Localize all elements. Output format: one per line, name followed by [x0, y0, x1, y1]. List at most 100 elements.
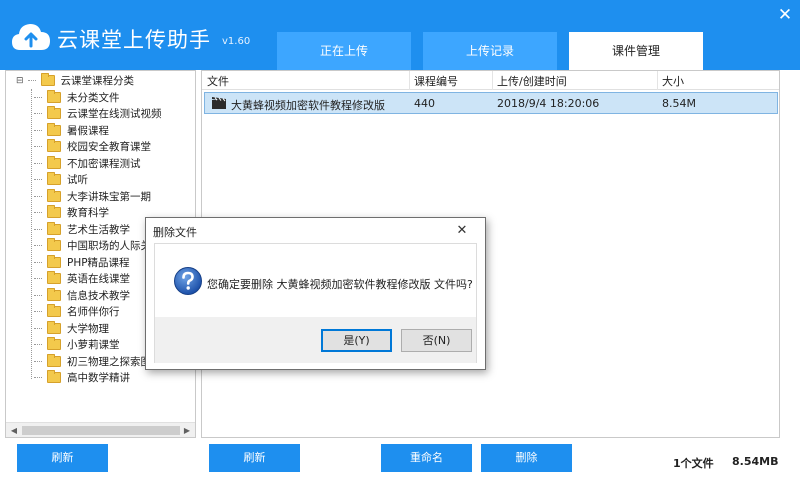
folder-icon: [47, 238, 61, 251]
tree-connector: [34, 245, 42, 246]
tree-item[interactable]: 校园安全教育课堂: [34, 139, 151, 155]
tree-item[interactable]: PHP精品课程: [34, 254, 130, 270]
tab-upload-records[interactable]: 上传记录: [423, 32, 557, 70]
tree-connector: [34, 344, 42, 345]
tree-connector: [34, 327, 42, 329]
scroll-left-icon[interactable]: ◀: [8, 425, 20, 436]
tree-connector: [34, 377, 42, 378]
tree-item[interactable]: 试听: [34, 172, 88, 188]
column-header-course-code[interactable]: 课程编号: [414, 73, 458, 89]
folder-icon: [47, 172, 61, 185]
delete-file-dialog: 删除文件 ✕ 您确定要删除 大黄蜂视频加密软件教程修改版 文件吗? 是(Y) 否…: [145, 217, 486, 370]
tree-item-label: 试听: [67, 174, 88, 186]
tree-root[interactable]: ⊟ 云课堂课程分类: [16, 72, 134, 89]
tree-connector: [34, 96, 42, 98]
tree-item[interactable]: 不加密课程测试: [34, 155, 141, 171]
tree-item-label: 大李讲珠宝第一期: [67, 190, 151, 203]
version-label: v1.60: [222, 36, 251, 47]
column-separator: [409, 71, 410, 90]
scroll-right-icon[interactable]: ▶: [181, 425, 193, 436]
tree-item[interactable]: 云课堂在线测试视频: [34, 106, 162, 122]
tree-item[interactable]: 英语在线课堂: [34, 271, 130, 287]
course-code: 440: [414, 97, 435, 110]
folder-icon: [47, 205, 61, 218]
dialog-close-button[interactable]: ✕: [442, 222, 482, 240]
tree-item[interactable]: 未分类文件: [34, 89, 120, 105]
tree-item[interactable]: 暑假课程: [34, 122, 109, 138]
column-header-time[interactable]: 上传/创建时间: [497, 73, 567, 89]
table-row[interactable]: 大黄蜂视频加密软件教程修改版 440 2018/9/4 18:20:06 8.5…: [204, 92, 778, 114]
folder-icon: [47, 304, 61, 317]
column-header-file[interactable]: 文件: [207, 73, 229, 89]
dialog-footer: 是(Y) 否(N): [155, 317, 476, 363]
tree-item-label: 教育科学: [67, 207, 109, 219]
tree-connector: [34, 261, 42, 263]
tree-item-label: 大学物理: [67, 322, 109, 335]
tree-item-label: 未分类文件: [67, 91, 120, 104]
tree-item[interactable]: 初三物理之探索图: [34, 353, 151, 369]
dialog-body: 您确定要删除 大黄蜂视频加密软件教程修改版 文件吗? 是(Y) 否(N): [154, 243, 477, 363]
horizontal-scrollbar[interactable]: ◀ ▶: [6, 422, 195, 437]
tree-root-label: 云课堂课程分类: [60, 75, 135, 87]
refresh-list-button[interactable]: 刷新: [209, 444, 300, 472]
folder-icon: [47, 106, 61, 119]
folder-icon: [40, 73, 55, 86]
folder-icon: [47, 254, 61, 268]
folder-icon: [47, 139, 61, 152]
tree-item-label: 暑假课程: [67, 124, 109, 137]
file-name: 大黄蜂视频加密软件教程修改版: [231, 99, 385, 112]
tree-item-label: 不加密课程测试: [67, 157, 141, 170]
tree-item[interactable]: 中国职场的人际关: [34, 238, 151, 254]
close-window-button[interactable]: ✕: [776, 6, 794, 24]
tree-item-label: 云课堂在线测试视频: [67, 108, 162, 120]
rename-button[interactable]: 重命名: [381, 444, 472, 472]
tree-item[interactable]: 信息技术教学: [34, 287, 130, 303]
folder-icon: [47, 287, 61, 301]
refresh-tree-button[interactable]: 刷新: [17, 444, 108, 472]
tree-item-label: PHP精品课程: [67, 256, 130, 269]
video-file-icon: [212, 97, 226, 109]
dialog-titlebar[interactable]: 删除文件 ✕: [146, 218, 485, 243]
tree-connector: [34, 146, 42, 147]
tree-item[interactable]: 大李讲珠宝第一期: [34, 188, 151, 204]
tree-connector: [34, 228, 42, 230]
app-title: 云课堂上传助手: [57, 28, 211, 52]
tree-item-label: 英语在线课堂: [67, 273, 130, 285]
folder-icon: [47, 221, 61, 235]
question-icon: [174, 267, 202, 295]
delete-button[interactable]: 删除: [481, 444, 572, 472]
tree-item-label: 信息技术教学: [67, 289, 130, 302]
tree-item[interactable]: 高中数学精讲: [34, 370, 130, 386]
folder-icon: [47, 122, 61, 136]
folder-icon: [47, 89, 61, 103]
tree-item[interactable]: 名师伴你行: [34, 304, 120, 320]
tree-item[interactable]: 小萝莉课堂: [34, 337, 120, 353]
tree-connector: [34, 278, 42, 279]
tab-courseware-management[interactable]: 课件管理: [569, 32, 703, 70]
collapse-icon[interactable]: ⊟: [16, 76, 24, 86]
scroll-thumb[interactable]: [22, 426, 180, 435]
tree-connector: [34, 113, 42, 114]
tree-item-label: 小萝莉课堂: [67, 339, 120, 351]
tree-item-label: 中国职场的人际关: [67, 240, 151, 252]
column-header-size[interactable]: 大小: [662, 73, 684, 89]
folder-icon: [47, 353, 61, 367]
tree-item-label: 初三物理之探索图: [67, 355, 151, 368]
total-size: 8.54MB: [732, 455, 779, 468]
folder-icon: [47, 155, 61, 169]
tree-item[interactable]: 教育科学: [34, 205, 109, 221]
folder-icon: [47, 370, 61, 383]
upload-time: 2018/9/4 18:20:06: [497, 97, 600, 110]
list-header: 文件 课程编号 上传/创建时间 大小: [202, 71, 779, 90]
tree-item[interactable]: 艺术生活教学: [34, 221, 130, 237]
file-size: 8.54M: [662, 97, 696, 110]
yes-button[interactable]: 是(Y): [321, 329, 392, 352]
tab-uploading[interactable]: 正在上传: [277, 32, 411, 70]
folder-icon: [47, 188, 61, 202]
tree-item-label: 校园安全教育课堂: [67, 141, 151, 153]
tree-item[interactable]: 大学物理: [34, 320, 109, 336]
title-bar: 云课堂上传助手 v1.60 ✕ 正在上传 上传记录 课件管理: [0, 0, 800, 70]
no-button[interactable]: 否(N): [401, 329, 472, 352]
tree-connector: [34, 195, 42, 197]
folder-icon: [47, 320, 61, 334]
